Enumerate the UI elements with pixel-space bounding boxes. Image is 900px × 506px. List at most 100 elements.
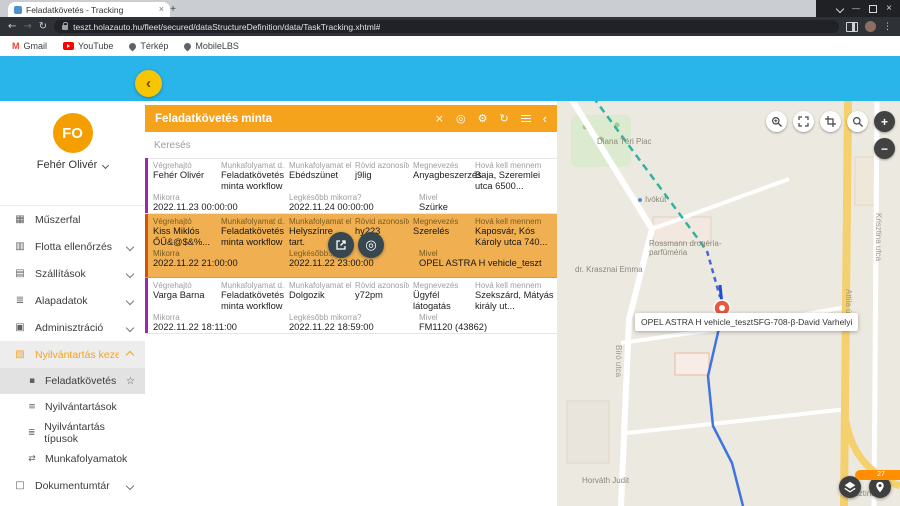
zoom-in-button[interactable]: + bbox=[874, 111, 895, 132]
user-menu[interactable]: Fehér Olivér bbox=[0, 159, 145, 171]
task-list: VégrehajtóFehér Olivér Munkafolyamat d..… bbox=[145, 158, 557, 334]
browser-address-bar: ← → ↻ teszt.holazauto.hu/fleet/secured/d… bbox=[0, 17, 900, 36]
sidebar-item-administration[interactable]: ▣ Adminisztráció bbox=[0, 314, 145, 341]
map-label-ivokut: Ivókút bbox=[638, 195, 666, 204]
forward-nav-icon[interactable]: → bbox=[23, 22, 31, 32]
map-pin-icon bbox=[183, 41, 193, 51]
list-view-icon[interactable] bbox=[521, 115, 531, 123]
user-name: Fehér Olivér bbox=[37, 159, 98, 171]
collapse-panel-icon[interactable]: ‹ bbox=[543, 111, 547, 126]
lock-icon bbox=[62, 25, 68, 30]
profile-section: FO Fehér Olivér bbox=[0, 113, 145, 206]
bookmark-mobilelbs[interactable]: MobileLBS bbox=[184, 41, 239, 51]
tab-search-icon[interactable] bbox=[836, 4, 844, 12]
base-data-icon: ≣ bbox=[13, 295, 27, 306]
map-label-rossmann: Rossmann drogéria-parfüméria bbox=[649, 239, 729, 257]
bookmarks-bar: M Gmail YouTube Térkép MobileLBS bbox=[0, 36, 900, 57]
sidebar-item-label: Flotta ellenőrzés bbox=[35, 241, 119, 253]
url-text: teszt.holazauto.hu/fleet/secured/dataStr… bbox=[73, 22, 380, 32]
bookmark-youtube[interactable]: YouTube bbox=[63, 41, 113, 51]
chevron-down-icon bbox=[126, 296, 134, 304]
sidebar-item-base-data[interactable]: ≣ Alapadatok bbox=[0, 287, 145, 314]
fountain-icon bbox=[638, 198, 642, 202]
task-row[interactable]: VégrehajtóVarga Barna Munkafolyamat d...… bbox=[145, 278, 557, 334]
map-label-attila-ut: Attila út bbox=[844, 289, 853, 316]
zoom-area-button[interactable] bbox=[766, 111, 787, 132]
locate-vehicle-button[interactable]: ◎ bbox=[358, 232, 384, 258]
youtube-icon bbox=[63, 42, 74, 50]
vehicle-tooltip: OPEL ASTRA H vehicle_tesztSFG-708-β-Davi… bbox=[635, 313, 858, 331]
sidebar-item-label: Adminisztráció bbox=[35, 322, 119, 334]
user-avatar[interactable]: FO bbox=[53, 113, 93, 153]
sidebar-item-records-management[interactable]: ▧ Nyilvántartás kezelés bbox=[0, 341, 145, 368]
sidebar-subitem-label: Feladatkövetés bbox=[45, 375, 116, 387]
chevron-down-icon bbox=[126, 242, 134, 250]
document-library-icon: □ bbox=[13, 480, 27, 491]
dashboard-icon: ▦ bbox=[13, 214, 27, 225]
sidebar-item-dashboard[interactable]: ▦ Műszerfal bbox=[0, 206, 145, 233]
crop-button[interactable] bbox=[820, 111, 841, 132]
sidebar-item-fleet-check[interactable]: ▥ Flotta ellenőrzés bbox=[0, 233, 145, 260]
reading-list-icon[interactable] bbox=[846, 22, 858, 32]
minimize-button[interactable]: — bbox=[852, 4, 860, 13]
new-tab-button[interactable]: + bbox=[166, 3, 180, 16]
bookmark-label: Térkép bbox=[140, 41, 168, 51]
sidebar: FO Fehér Olivér ▦ Műszerfal ▥ Flotta ell… bbox=[0, 101, 146, 506]
chevron-down-icon bbox=[102, 161, 109, 168]
close-window-button[interactable]: × bbox=[886, 3, 892, 14]
back-nav-icon[interactable]: ← bbox=[8, 22, 16, 32]
chevron-down-icon bbox=[126, 481, 134, 489]
task-row-selected[interactable]: VégrehajtóKiss Miklós ŐŰ&@$&%... Munkafo… bbox=[145, 214, 557, 278]
tab-close-icon[interactable]: × bbox=[159, 5, 164, 14]
browser-menu-kebab-icon[interactable]: ⋮ bbox=[883, 22, 892, 32]
sidebar-item-document-library[interactable]: □ Dokumentumtár bbox=[0, 472, 145, 499]
browser-tab[interactable]: Feladatkövetés - Tracking × bbox=[8, 2, 170, 17]
browser-profile-avatar[interactable] bbox=[865, 21, 876, 32]
chevron-up-icon bbox=[126, 350, 134, 358]
reload-icon[interactable]: ↻ bbox=[39, 22, 47, 32]
close-icon[interactable]: × bbox=[435, 112, 444, 125]
task-row[interactable]: VégrehajtóFehér Olivér Munkafolyamat d..… bbox=[145, 158, 557, 214]
sidebar-subitem-label: Munkafolyamatok bbox=[45, 453, 127, 465]
map-canvas[interactable]: Diana Téri Piac Ivókút Rossmann drogéria… bbox=[557, 101, 900, 506]
maximize-button[interactable] bbox=[869, 5, 877, 13]
sidebar-subitem-workflows[interactable]: ⇄ Munkafolyamatok bbox=[0, 446, 145, 472]
open-task-button[interactable] bbox=[328, 232, 354, 258]
gear-icon[interactable]: ⚙ bbox=[478, 112, 488, 125]
bookmark-terkep[interactable]: Térkép bbox=[129, 41, 168, 51]
sidebar-subitem-label: Nyilvántartások bbox=[45, 401, 117, 413]
map-label-biro-utca: Bíró utca bbox=[614, 345, 623, 377]
refresh-icon[interactable]: ↻ bbox=[499, 112, 508, 125]
sidebar-item-label: Dokumentumtár bbox=[35, 480, 119, 492]
sidebar-subitem-label: Nyilvántartás típusok bbox=[44, 421, 135, 445]
url-bar[interactable]: teszt.holazauto.hu/fleet/secured/dataStr… bbox=[54, 20, 839, 33]
window-controls: — × bbox=[816, 0, 900, 17]
panel-header: Feladatkövetés minta × ◎ ⚙ ↻ ‹ bbox=[145, 105, 557, 132]
map-pin-icon bbox=[128, 41, 138, 51]
sidebar-item-label: Műszerfal bbox=[35, 214, 135, 226]
zoom-out-button[interactable]: − bbox=[874, 138, 895, 159]
search-input[interactable] bbox=[145, 132, 557, 158]
star-icon[interactable]: ☆ bbox=[126, 376, 135, 387]
sidebar-subitem-task-tracking[interactable]: ▪ Feladatkövetés ☆ bbox=[0, 368, 145, 394]
chevron-down-icon bbox=[126, 269, 134, 277]
administration-icon: ▣ bbox=[13, 322, 27, 333]
map-label-diana-ter: Diana Téri Piac bbox=[597, 137, 652, 146]
fullscreen-button[interactable] bbox=[793, 111, 814, 132]
record-types-icon: ≣ bbox=[26, 428, 37, 438]
tab-favicon-icon bbox=[14, 6, 22, 14]
sidebar-item-label: Szállítások bbox=[35, 268, 119, 280]
sidebar-item-label: Alapadatok bbox=[35, 295, 119, 307]
search-map-button[interactable] bbox=[847, 111, 868, 132]
row-status-stripe bbox=[145, 214, 148, 277]
map-label-krasznai: dr. Krasznai Emma bbox=[575, 265, 643, 274]
shipments-icon: ▤ bbox=[13, 268, 27, 279]
sidebar-subitem-record-types[interactable]: ≣ Nyilvántartás típusok bbox=[0, 420, 145, 446]
bookmark-gmail[interactable]: M Gmail bbox=[12, 41, 47, 51]
locate-icon[interactable]: ◎ bbox=[456, 112, 466, 125]
bookmark-label: YouTube bbox=[78, 41, 113, 51]
sidebar-item-shipments[interactable]: ▤ Szállítások bbox=[0, 260, 145, 287]
panel-back-button[interactable]: ‹ bbox=[135, 70, 162, 97]
sidebar-subitem-records[interactable]: ≡ Nyilvántartások bbox=[0, 394, 145, 420]
tab-title: Feladatkövetés - Tracking bbox=[26, 5, 155, 15]
